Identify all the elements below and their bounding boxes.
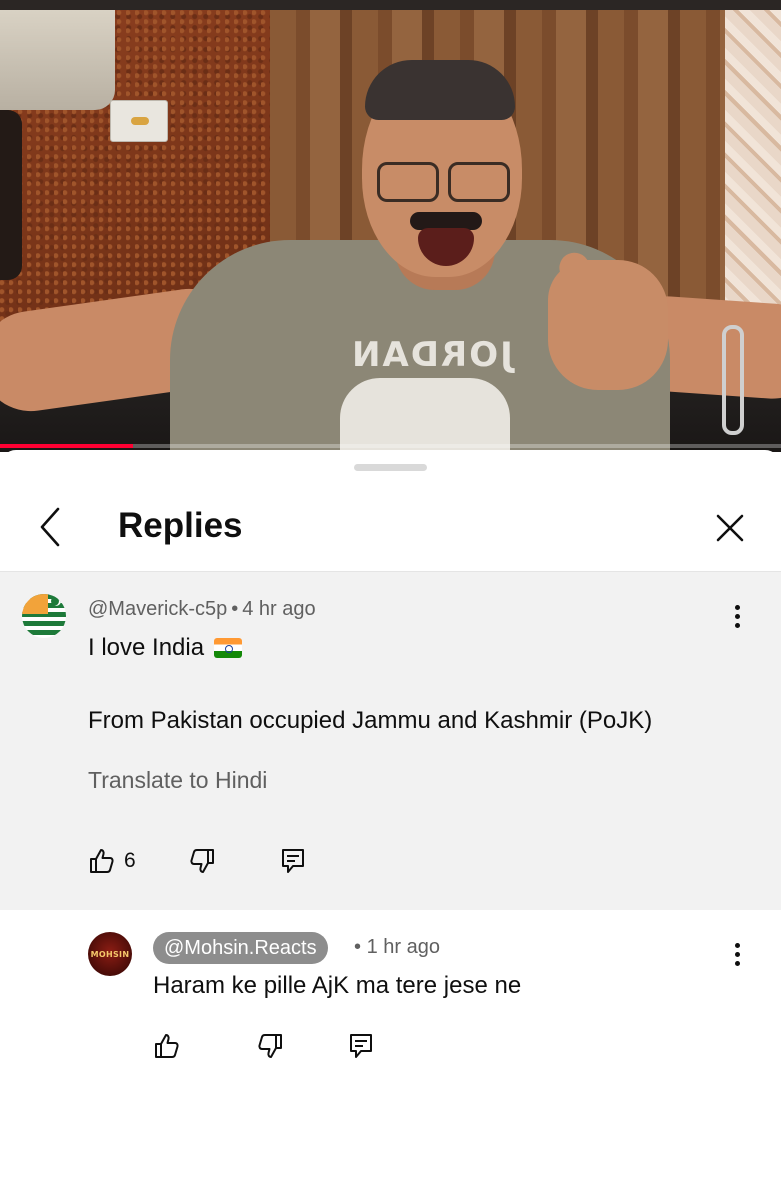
reply-time: 1 hr ago xyxy=(366,936,440,958)
thumbs-up-icon xyxy=(90,849,114,873)
like-button[interactable]: 6 xyxy=(88,847,136,875)
meta-separator: • xyxy=(231,598,239,620)
comment-meta: @Maverick-c5p • 4 hr ago xyxy=(88,598,316,621)
video-progress-fill[interactable] xyxy=(0,444,133,448)
status-bar xyxy=(0,0,781,10)
reply-button[interactable] xyxy=(348,1032,374,1060)
thumbs-down-icon xyxy=(190,849,214,873)
more-dot-icon xyxy=(734,623,740,628)
close-button[interactable] xyxy=(708,506,752,550)
avatar[interactable]: MOHSIN xyxy=(88,932,132,976)
video-wall-socket xyxy=(110,100,168,142)
video-person-glasses-left xyxy=(377,162,439,202)
parent-comment: @Maverick-c5p • 4 hr ago I love India From… xyxy=(0,572,781,910)
video-lamp xyxy=(0,10,115,110)
kashmir-flag-icon xyxy=(22,594,61,614)
reply-meta: • 1 hr ago xyxy=(354,936,440,959)
sheet-header: Replies xyxy=(0,480,781,572)
comment-more-button[interactable] xyxy=(726,602,748,632)
comment-time: 4 hr ago xyxy=(242,598,316,620)
back-button[interactable] xyxy=(32,504,72,550)
more-dot-icon xyxy=(734,614,740,619)
close-icon xyxy=(716,514,744,542)
more-dot-icon xyxy=(734,961,740,966)
comment-author[interactable]: @Maverick-c5p xyxy=(88,598,227,620)
chevron-left-icon xyxy=(40,507,60,547)
video-person-bracelet xyxy=(722,325,744,435)
video-shirt-number xyxy=(340,378,510,452)
comment-text-line1: I love India xyxy=(88,634,243,662)
more-dot-icon xyxy=(734,943,740,948)
dislike-button[interactable] xyxy=(188,847,216,875)
avatar-logo-text: MOHSIN xyxy=(90,949,130,959)
like-count: 6 xyxy=(124,849,136,872)
reply-button[interactable] xyxy=(280,847,306,875)
video-player[interactable]: JORDAN xyxy=(0,0,781,452)
dislike-button[interactable] xyxy=(256,1032,284,1060)
video-shirt-text: JORDAN xyxy=(350,335,513,375)
more-dot-icon xyxy=(734,605,740,610)
translate-link[interactable]: Translate to Hindi xyxy=(88,767,267,794)
video-person-glasses-right xyxy=(448,162,510,202)
india-flag-icon xyxy=(214,638,243,658)
more-dot-icon xyxy=(734,952,740,957)
video-lamp-stand xyxy=(0,110,22,280)
meta-separator: • xyxy=(354,936,362,958)
video-person-hair xyxy=(365,60,515,120)
reply-more-button[interactable] xyxy=(726,940,748,970)
like-button[interactable] xyxy=(153,1032,181,1060)
reply-comment: MOHSIN @Mohsin.Reacts • 1 hr ago Haram k… xyxy=(0,910,781,1110)
comment-text: I love India xyxy=(88,634,205,661)
sheet-title: Replies xyxy=(118,506,243,545)
reply-text: Haram ke pille AjK ma tere jese ne xyxy=(153,972,522,999)
replies-sheet: Replies @Maverick-c5p • 4 hr ago I love In… xyxy=(0,450,781,1200)
avatar[interactable] xyxy=(22,594,66,638)
sheet-drag-handle[interactable] xyxy=(354,464,427,471)
thumbs-down-icon xyxy=(258,1034,282,1058)
comment-icon xyxy=(350,1034,372,1058)
comment-actions: 6 xyxy=(88,847,306,875)
reply-actions xyxy=(153,1032,374,1060)
comment-icon xyxy=(281,849,304,873)
reply-author-badge[interactable]: @Mohsin.Reacts xyxy=(153,932,328,964)
thumbs-up-icon xyxy=(155,1034,179,1058)
comment-text-line2: From Pakistan occupied Jammu and Kashmir… xyxy=(88,707,653,734)
